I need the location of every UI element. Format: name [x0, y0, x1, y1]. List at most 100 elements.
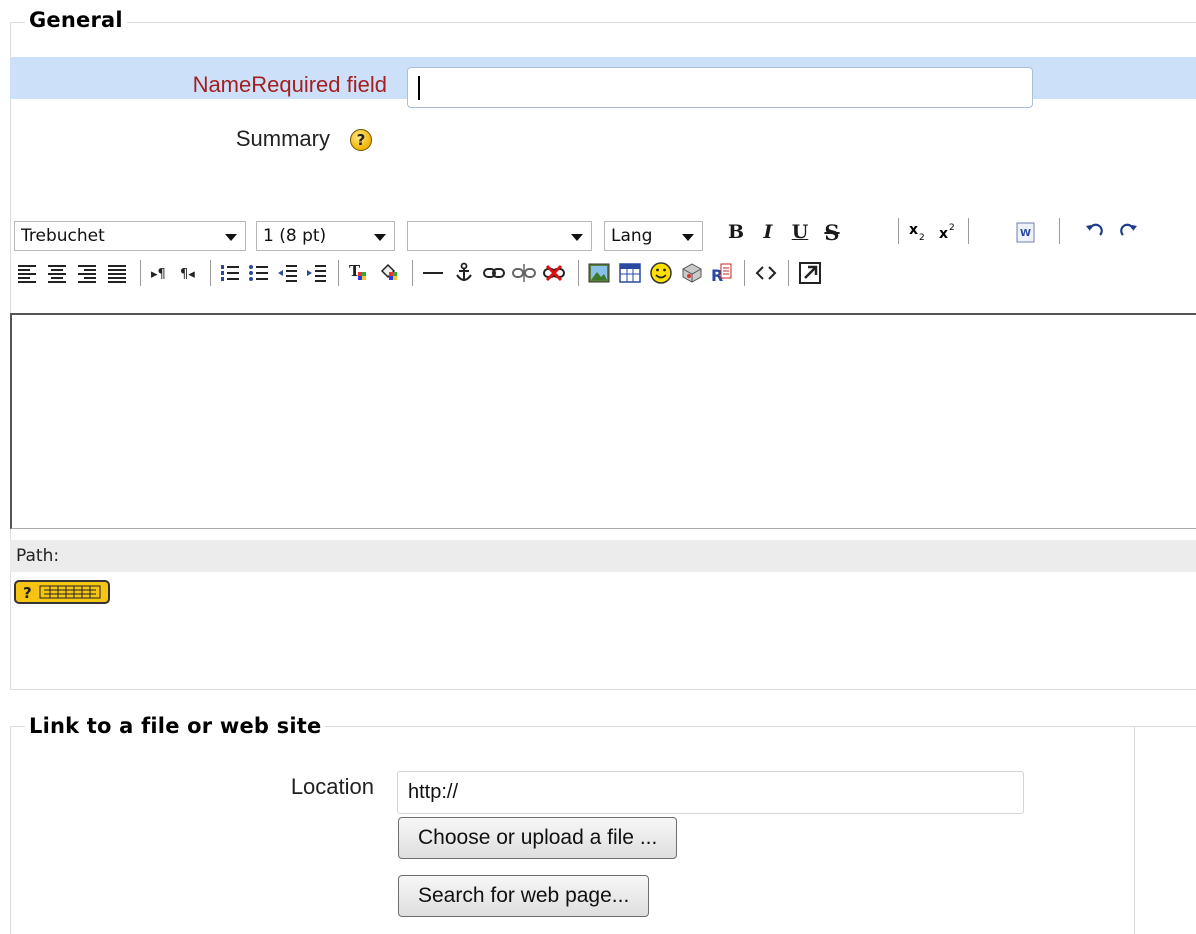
align-center-button[interactable]	[44, 260, 70, 286]
indent-icon	[307, 265, 326, 282]
undo-button[interactable]	[1081, 219, 1107, 245]
rtl-button[interactable]: ¶◂	[177, 260, 203, 286]
horizontal-rule-icon	[423, 272, 443, 274]
justify-button[interactable]	[104, 260, 130, 286]
background-color-button[interactable]	[377, 260, 403, 286]
superscript-button[interactable]: x2	[934, 219, 960, 245]
toolbar-separator	[788, 260, 789, 286]
table-icon	[619, 263, 641, 283]
link-legend: Link to a file or web site	[25, 714, 326, 738]
insert-smiley-button[interactable]	[648, 260, 674, 286]
fullscreen-button[interactable]	[797, 260, 823, 286]
chevron-down-icon	[374, 234, 386, 241]
toolbar-separator	[338, 260, 339, 286]
search-replace-button[interactable]: R	[709, 260, 735, 286]
bold-button[interactable]: B	[723, 219, 749, 245]
link-icon	[483, 268, 505, 278]
redo-button[interactable]	[1116, 219, 1142, 245]
unordered-list-button[interactable]	[246, 260, 272, 286]
cube-icon	[682, 263, 702, 283]
svg-text:x: x	[909, 222, 918, 238]
lang-select[interactable]: Lang	[604, 221, 703, 251]
insert-image-button[interactable]	[586, 260, 612, 286]
justify-icon	[108, 265, 126, 283]
svg-text:2: 2	[949, 223, 955, 233]
svg-text:▸¶: ▸¶	[151, 267, 166, 282]
redo-icon	[1120, 223, 1137, 236]
svg-text:?: ?	[23, 584, 32, 601]
svg-text:2: 2	[919, 233, 925, 243]
outdent-button[interactable]	[275, 260, 301, 286]
fieldset-border-right	[1134, 726, 1135, 934]
indent-button[interactable]	[304, 260, 330, 286]
fieldset-border-top	[10, 22, 1196, 23]
align-center-icon	[48, 265, 66, 283]
location-input[interactable]: http://	[397, 771, 1024, 814]
nolink-icon	[543, 264, 565, 282]
ordered-list-button[interactable]	[217, 260, 243, 286]
text-color-button[interactable]: T	[346, 260, 372, 286]
chevron-down-icon	[682, 234, 694, 241]
location-label: Location	[290, 774, 374, 799]
summary-editor-area[interactable]	[10, 313, 1196, 529]
outdent-icon	[278, 265, 297, 282]
lang-value: Lang	[611, 226, 653, 246]
editor-path-bar: Path:	[10, 540, 1196, 572]
svg-text:¶◂: ¶◂	[180, 267, 195, 282]
unordered-list-icon	[249, 265, 268, 281]
align-right-button[interactable]	[74, 260, 100, 286]
toolbar-separator	[210, 260, 211, 286]
paste-word-button[interactable]: W	[1013, 219, 1039, 245]
link-button[interactable]	[481, 260, 507, 286]
chevron-down-icon	[225, 234, 237, 241]
italic-button[interactable]: I	[755, 219, 781, 245]
strikethrough-button[interactable]: S	[819, 219, 845, 245]
chevron-down-icon	[571, 234, 583, 241]
font-size-value: 1 (8 pt)	[263, 226, 327, 246]
font-size-select[interactable]: 1 (8 pt)	[256, 221, 395, 251]
fill-color-icon	[380, 263, 397, 280]
search-replace-icon: R	[711, 263, 732, 285]
keyboard-help-button[interactable]: ?	[14, 580, 110, 604]
ordered-list-icon	[221, 265, 239, 281]
fullscreen-icon	[799, 262, 821, 284]
nolink-button[interactable]	[541, 260, 567, 286]
summary-label: Summary	[235, 126, 330, 151]
align-left-icon	[18, 265, 36, 283]
keyboard-help-icon: ?	[23, 584, 101, 601]
unlink-button[interactable]	[511, 260, 537, 286]
format-select[interactable]	[407, 221, 592, 251]
toolbar-separator	[744, 260, 745, 286]
ltr-icon: ▸¶	[151, 267, 166, 282]
toolbar-separator	[1059, 218, 1060, 244]
superscript-icon: x2	[939, 223, 955, 242]
subscript-button[interactable]: x2	[904, 219, 930, 245]
font-family-select[interactable]: Trebuchet	[14, 221, 246, 251]
toolbar-separator	[412, 260, 413, 286]
svg-text:W: W	[1020, 228, 1031, 239]
word-paste-icon: W	[1016, 222, 1035, 243]
name-label: NameRequired field	[192, 72, 387, 97]
ltr-button[interactable]: ▸¶	[148, 260, 174, 286]
search-web-page-button[interactable]: Search for web page...	[398, 875, 650, 917]
undo-icon	[1086, 223, 1103, 236]
font-family-value: Trebuchet	[21, 226, 105, 246]
summary-help-icon[interactable]: ?	[350, 129, 372, 151]
html-source-button[interactable]	[753, 260, 779, 286]
align-right-icon	[78, 265, 96, 283]
insert-table-button[interactable]	[617, 260, 643, 286]
fieldset-border-bottom	[10, 689, 1196, 690]
name-input[interactable]	[407, 67, 1033, 108]
toolbar-separator	[140, 260, 141, 286]
horizontal-rule-button[interactable]	[420, 260, 446, 286]
code-icon	[755, 266, 777, 280]
anchor-button[interactable]	[451, 260, 477, 286]
align-left-button[interactable]	[14, 260, 40, 286]
underline-button[interactable]: U	[787, 219, 813, 245]
text-caret	[418, 76, 420, 100]
insert-object-button[interactable]	[679, 260, 705, 286]
image-icon	[588, 263, 610, 283]
choose-upload-file-button[interactable]: Choose or upload a file ...	[398, 817, 678, 859]
toolbar-separator	[578, 260, 579, 286]
toolbar-separator	[968, 218, 969, 244]
